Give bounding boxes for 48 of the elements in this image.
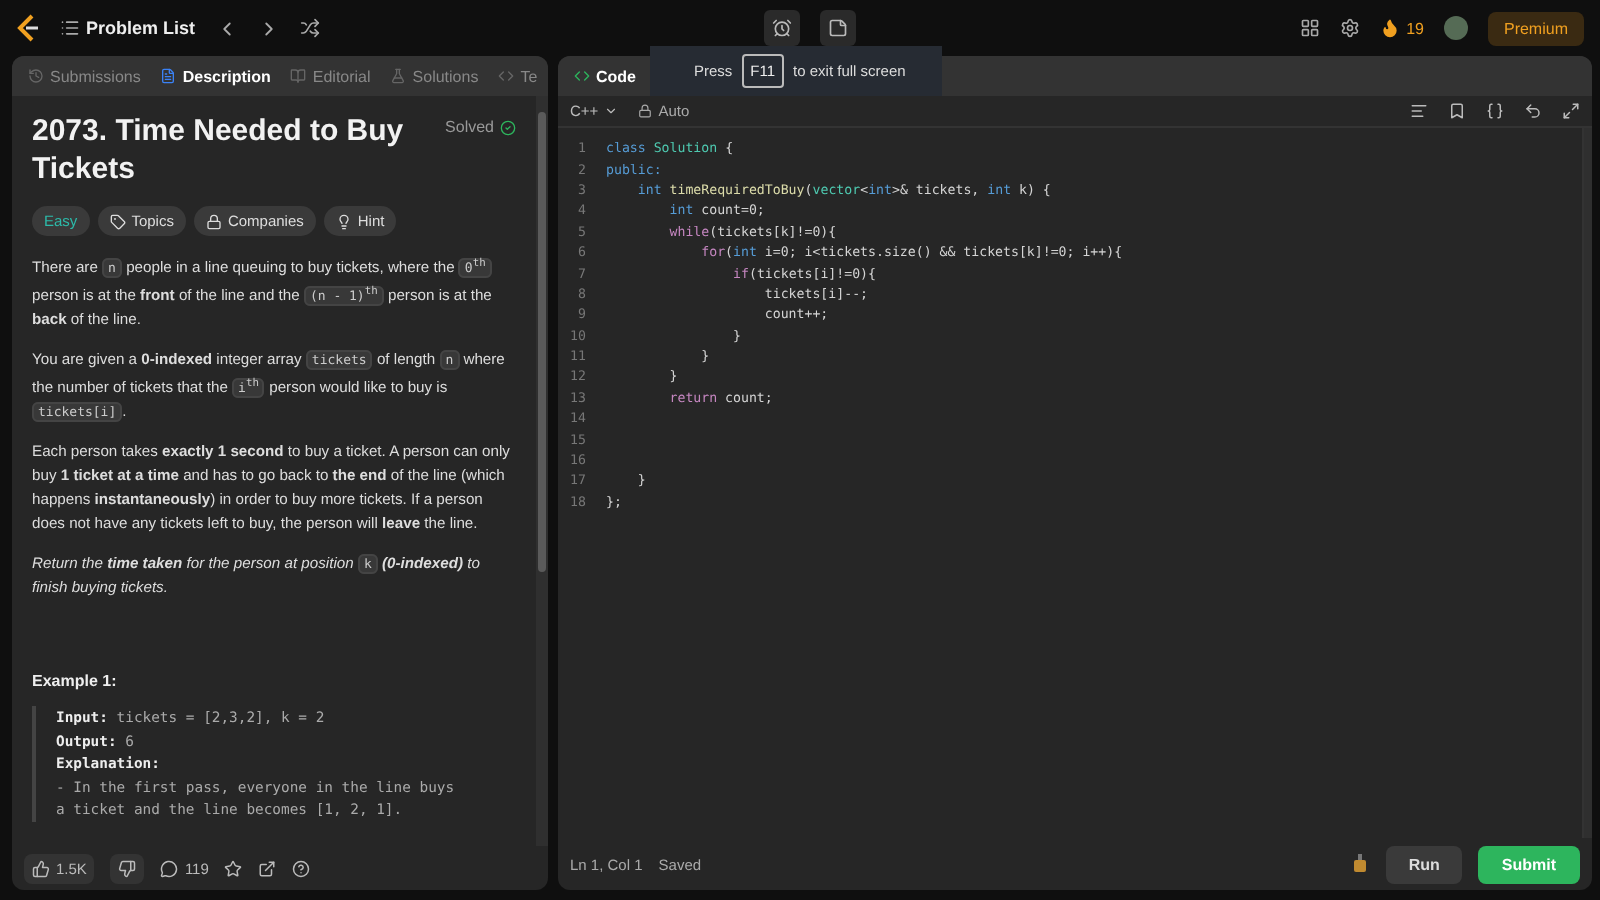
robot-icon xyxy=(1350,854,1371,874)
settings-button[interactable] xyxy=(1340,18,1361,38)
note-icon xyxy=(827,18,848,38)
dislike-button[interactable] xyxy=(110,853,145,883)
code-tab[interactable]: Code xyxy=(566,67,644,85)
book-icon xyxy=(290,68,307,84)
help-button[interactable] xyxy=(292,859,311,877)
list-icon xyxy=(60,18,80,38)
braces-button[interactable] xyxy=(1486,102,1504,120)
panel-tab[interactable]: Editorial xyxy=(282,67,379,85)
panel-tab[interactable]: Solutions xyxy=(382,67,487,85)
favorite-button[interactable] xyxy=(224,859,243,877)
history-icon xyxy=(28,68,44,84)
example-title: Example 1: xyxy=(32,672,119,691)
document-icon xyxy=(160,68,177,84)
thumbs-down-icon xyxy=(118,859,137,877)
premium-button[interactable]: Premium xyxy=(1487,11,1584,45)
lightbulb-icon xyxy=(335,213,352,229)
check-icon xyxy=(500,119,516,135)
problem-list-button[interactable]: Problem List xyxy=(60,18,196,38)
format-button[interactable] xyxy=(1410,102,1428,120)
solved-status: Solved xyxy=(445,118,516,136)
lock-icon xyxy=(205,213,222,229)
chevron-down-icon xyxy=(604,104,619,118)
streak-button[interactable]: 19 xyxy=(1380,18,1424,38)
avatar[interactable] xyxy=(1443,16,1468,40)
lock-icon xyxy=(638,104,653,118)
thumbs-up-icon xyxy=(32,859,50,877)
bookmark-button[interactable] xyxy=(1448,102,1466,120)
run-button[interactable]: Run xyxy=(1386,845,1462,883)
fullscreen-button[interactable] xyxy=(1562,102,1580,120)
grid-button[interactable] xyxy=(1300,18,1321,38)
alarm-clock-button[interactable] xyxy=(763,10,800,46)
note-button[interactable] xyxy=(819,10,856,46)
alarm-clock-icon xyxy=(771,18,792,38)
code-icon xyxy=(498,68,515,84)
tag-icon xyxy=(109,213,126,229)
panel-tab[interactable]: Te xyxy=(490,67,546,85)
reset-button[interactable] xyxy=(1524,102,1542,120)
flask-icon xyxy=(390,68,407,84)
comment-icon xyxy=(160,859,179,877)
code-icon xyxy=(574,68,590,84)
shuffle-button[interactable] xyxy=(299,18,320,38)
share-button[interactable] xyxy=(258,859,277,877)
panel-tab[interactable]: Description xyxy=(152,67,279,85)
flame-icon xyxy=(1380,18,1401,38)
problem-title: 2073. Time Needed to Buy Tickets xyxy=(32,112,406,188)
panel-tab[interactable]: Submissions xyxy=(20,67,149,85)
